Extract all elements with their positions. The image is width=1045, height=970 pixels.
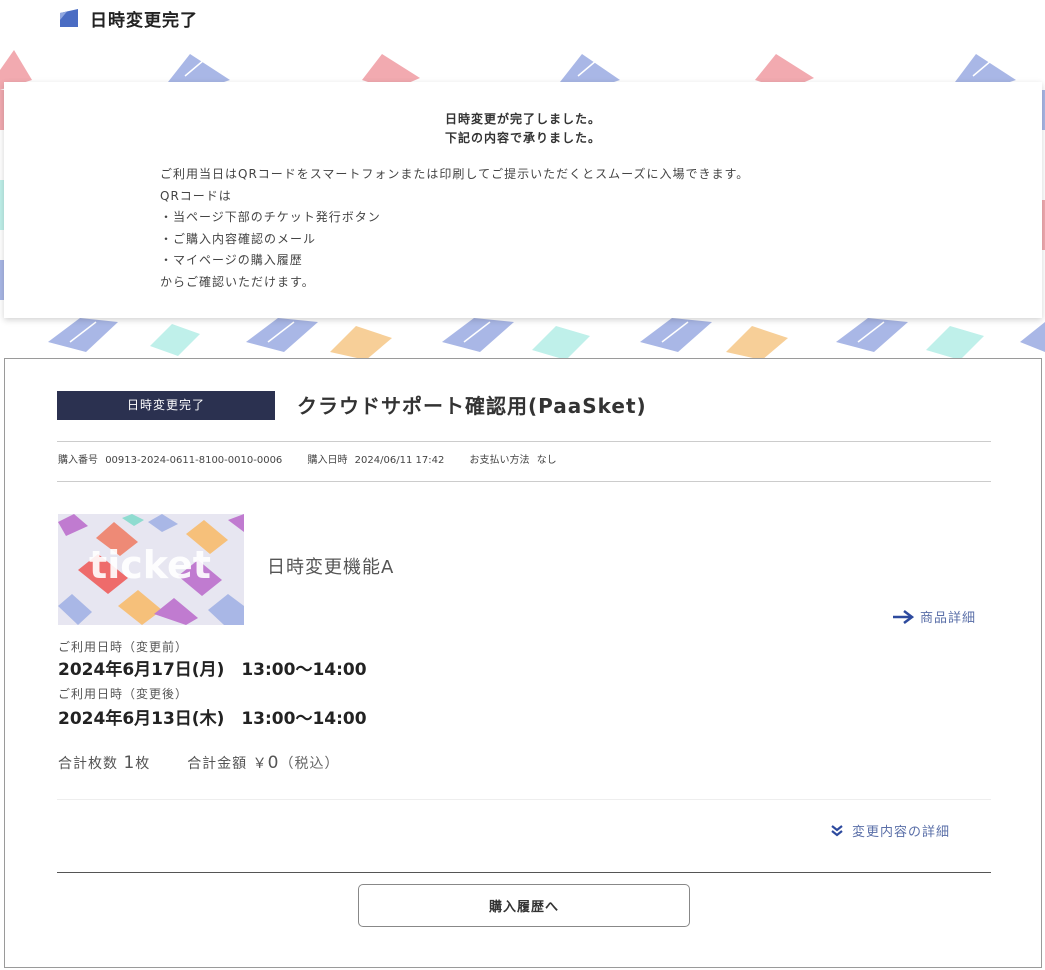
heading-flag-icon [60,9,78,27]
date-before-value: 2024年6月17日(月) 13:00〜14:00 [58,660,367,680]
purchase-history-button[interactable]: 購入履歴へ [358,884,690,927]
total-amount-label: 合計金額 [187,756,248,772]
currency-symbol: ￥ [252,756,268,772]
notice-line: ご利用当日はQRコードをスマートフォンまたは印刷してご提示いただくとスムーズに入… [160,167,750,181]
total-count: 1 [123,753,136,773]
divider [57,872,991,873]
notice-line: からご確認いただけます。 [160,274,315,289]
payment-method-label: お支払い方法 [469,455,530,466]
divider [57,481,991,482]
order-meta: 購入番号 00913-2024-0611-8100-0010-0006 購入日時… [58,453,561,469]
completion-notice: 日時変更が完了しました。 下記の内容で承りました。 ご利用当日はQRコードをスマ… [4,82,1042,318]
notice-body: ご利用当日はQRコードをスマートフォンまたは印刷してご提示いただくとスムーズに入… [160,164,749,293]
ticket-thumbnail-image: ticket [58,514,244,625]
payment-method: なし [536,455,557,466]
purchase-date-label: 購入日時 [307,455,348,466]
thumbnail-text: ticket [89,543,211,587]
date-after-label: ご利用日時（変更後） [58,687,189,701]
arrow-right-icon [893,609,914,624]
notice-line: ・ご購入内容確認のメール [160,231,317,246]
change-details-link[interactable]: 変更内容の詳細 [830,821,950,840]
notice-title-line: 下記の内容で承りました。 [444,131,601,145]
purchase-number: 00913-2024-0611-8100-0010-0006 [105,455,283,466]
notice-title: 日時変更が完了しました。 下記の内容で承りました。 [4,110,1042,148]
order-card: 日時変更完了 クラウドサポート確認用(PaaSket) 購入番号 00913-2… [4,358,1042,968]
tax-note: （税込） [279,756,340,772]
event-title: クラウドサポート確認用(PaaSket) [297,394,647,418]
product-detail-label: 商品詳細 [920,611,977,626]
product-thumbnail: ticket [58,514,244,625]
double-chevron-down-icon [831,824,843,836]
page-heading: 日時変更完了 [60,6,198,31]
date-before-label: ご利用日時（変更前） [58,640,189,654]
total-amount: 0 [267,753,280,773]
date-after-value: 2024年6月13日(木) 13:00〜14:00 [58,709,367,729]
divider [57,441,991,442]
notice-line: ・マイページの購入履歴 [160,253,303,267]
purchase-date: 2024/06/11 17:42 [354,455,445,466]
notice-line: QRコードは [160,188,232,203]
product-name: 日時変更機能A [267,557,395,578]
order-totals: 合計枚数 1枚 合計金額 ￥0（税込） [58,751,339,776]
total-count-label: 合計枚数 [58,756,118,772]
purchase-number-label: 購入番号 [58,455,98,466]
total-count-unit: 枚 [135,756,151,772]
page-title: 日時変更完了 [90,10,198,31]
divider [57,799,991,800]
ticket-pattern-middle [48,318,1045,360]
change-details-label: 変更内容の詳細 [852,825,951,840]
product-detail-link[interactable]: 商品詳細 [892,607,976,626]
status-badge: 日時変更完了 [57,391,275,420]
notice-title-line: 日時変更が完了しました。 [444,112,601,126]
notice-line: ・当ページ下部のチケット発行ボタン [160,210,381,224]
